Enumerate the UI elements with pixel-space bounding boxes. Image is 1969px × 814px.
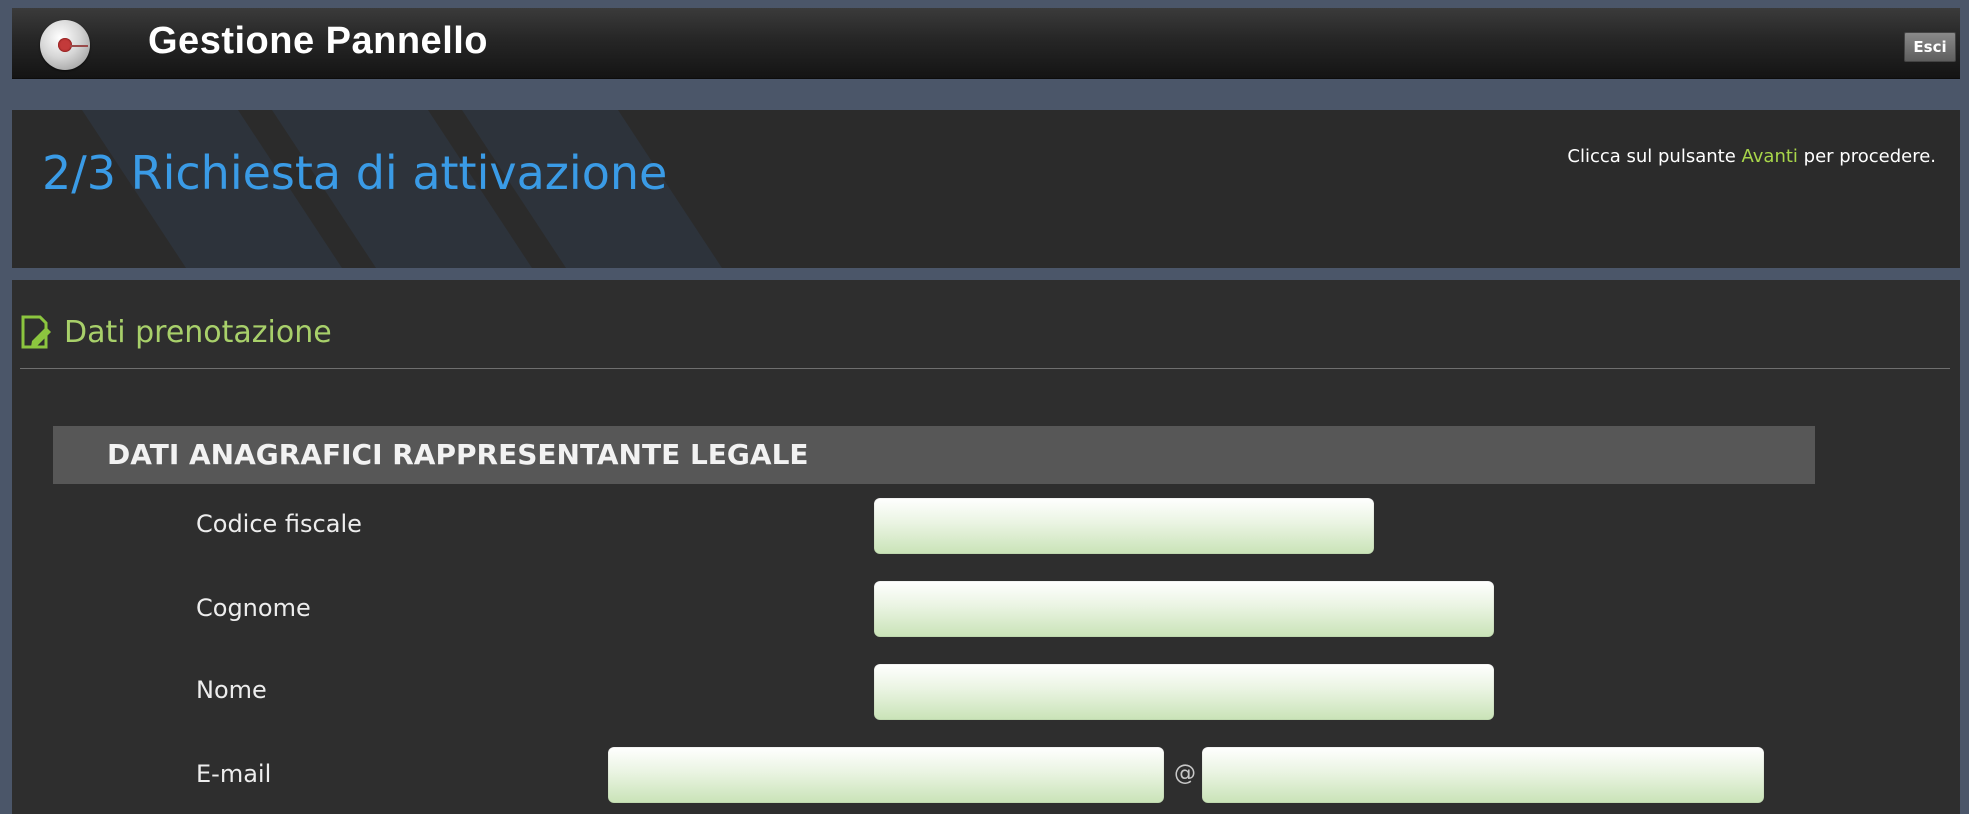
cognome-input[interactable] bbox=[874, 581, 1494, 637]
email-at-separator: @ bbox=[1174, 761, 1196, 786]
step-title: 2/3 Richiesta di attivazione bbox=[42, 146, 668, 200]
section-header: Dati prenotazione bbox=[20, 312, 332, 352]
section-title: Dati prenotazione bbox=[64, 314, 332, 350]
section-divider bbox=[20, 368, 1950, 369]
cognome-label: Cognome bbox=[196, 594, 311, 622]
hint-accent-next: Avanti bbox=[1741, 146, 1798, 167]
email-label: E-mail bbox=[196, 760, 272, 788]
app-title: Gestione Pannello bbox=[148, 20, 489, 62]
nome-label: Nome bbox=[196, 676, 267, 704]
page: Gestione Pannello Esci 2/3 Richiesta di … bbox=[0, 0, 1969, 814]
email-user-input[interactable] bbox=[608, 747, 1164, 803]
step-header: 2/3 Richiesta di attivazione Clicca sul … bbox=[12, 110, 1960, 268]
nome-input[interactable] bbox=[874, 664, 1494, 720]
hint-text-before: Clicca sul pulsante bbox=[1567, 146, 1742, 167]
hint-text-after: per procedere. bbox=[1797, 146, 1936, 167]
email-domain-input[interactable] bbox=[1202, 747, 1764, 803]
group-header: DATI ANAGRAFICI RAPPRESENTANTE LEGALE bbox=[53, 426, 1815, 484]
codice-fiscale-label: Codice fiscale bbox=[196, 510, 362, 538]
instruction-text: Clicca sul pulsante Avanti per procedere… bbox=[1567, 146, 1936, 167]
group-title: DATI ANAGRAFICI RAPPRESENTANTE LEGALE bbox=[107, 438, 809, 471]
target-logo-icon bbox=[40, 20, 90, 70]
exit-button[interactable]: Esci bbox=[1904, 32, 1956, 62]
codice-fiscale-input[interactable] bbox=[874, 498, 1374, 554]
top-bar: Gestione Pannello Esci bbox=[12, 8, 1960, 79]
main-content: Dati prenotazione DATI ANAGRAFICI RAPPRE… bbox=[12, 280, 1960, 814]
edit-document-icon bbox=[20, 313, 52, 351]
